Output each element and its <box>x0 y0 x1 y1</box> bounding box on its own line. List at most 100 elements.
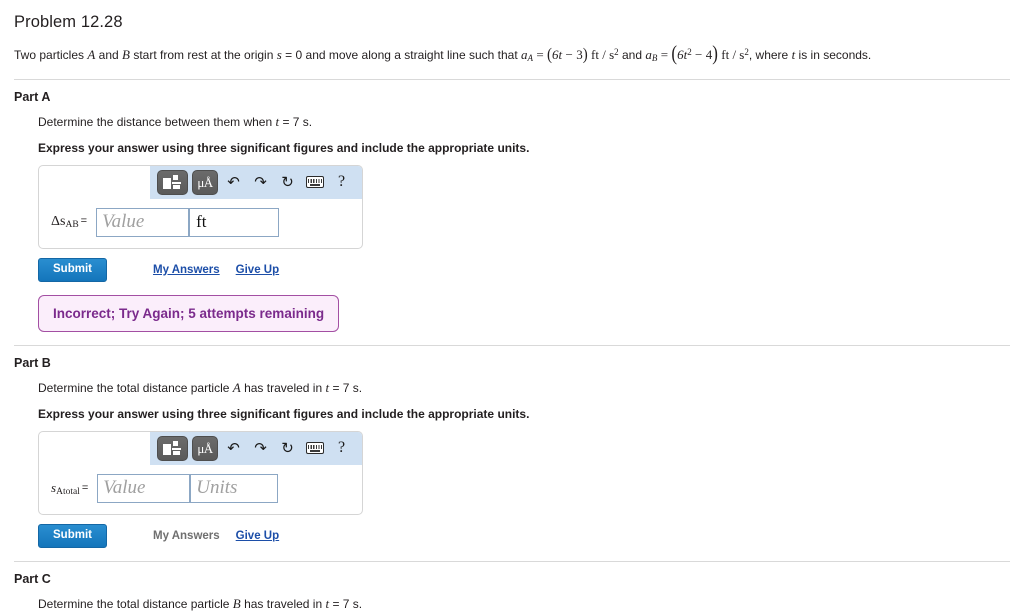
part-a-question: Determine the distance between them when… <box>38 114 1010 130</box>
part-a-toolbar-row: μÅ ↶ ↷ ↻ ? <box>39 165 362 199</box>
s-variable: s <box>276 47 282 62</box>
math-template-icon[interactable] <box>157 435 188 461</box>
accel-b-exponent: 2 <box>687 46 692 57</box>
undo-icon[interactable]: ↶ <box>222 437 245 460</box>
part-a-question-suffix: = 7 s. <box>282 114 313 129</box>
part-c-question-prefix: Determine the total distance particle <box>38 596 230 611</box>
close-paren-1: ) <box>582 45 588 65</box>
t-variable: t <box>791 47 796 62</box>
part-a-value-input[interactable]: Value <box>96 207 190 237</box>
part-a-feedback-message: Incorrect; Try Again; 5 attempts remaini… <box>38 294 340 332</box>
part-b-my-answers-link: My Answers <box>152 529 220 542</box>
part-b-label-equals: = <box>81 481 89 494</box>
statement-move: and move along a straight line such that <box>305 48 518 62</box>
part-b-field-row: sAtotal = Value Units <box>39 465 362 503</box>
part-b-answer-label: sAtotal = <box>51 480 97 497</box>
redo-icon[interactable]: ↷ <box>249 171 272 194</box>
units-ft-s-2: ft / s <box>721 47 745 62</box>
math-template-icon[interactable] <box>157 169 188 195</box>
part-a-time-variable: t <box>275 113 280 129</box>
part-b-question-mid: has traveled in <box>244 380 323 395</box>
page-title: Problem 12.28 <box>14 13 123 31</box>
part-b-give-up-link[interactable]: Give Up <box>236 530 279 542</box>
part-a-instruction: Express your answer using three signific… <box>38 140 530 155</box>
statement-tail: , where <box>748 48 789 62</box>
part-a-submit-row: Submit My Answers Give Up <box>38 257 1010 282</box>
part-a-link-group: My Answers Give Up <box>153 264 279 276</box>
statement-and-2: and <box>622 48 643 62</box>
part-b-value-input[interactable]: Value <box>97 473 191 503</box>
part-b-label: Part B <box>14 355 51 370</box>
units-glyph: μÅ <box>197 174 213 190</box>
help-icon[interactable]: ? <box>330 171 353 194</box>
redo-icon[interactable]: ↷ <box>249 437 272 460</box>
units-micro-angstrom-icon[interactable]: μÅ <box>192 435 218 461</box>
particle-b-symbol: B <box>122 47 130 62</box>
part-b-units-input[interactable]: Units <box>190 473 279 503</box>
statement-and: and <box>98 48 119 62</box>
part-b-question-prefix: Determine the total distance particle <box>38 380 230 395</box>
part-b-question: Determine the total distance particle A … <box>38 380 1010 396</box>
part-a-units-input[interactable]: ft <box>189 207 280 237</box>
units-micro-angstrom-icon[interactable]: μÅ <box>192 169 218 195</box>
part-a-label-subscript: AB <box>65 220 79 231</box>
minus-2: − <box>695 47 703 62</box>
part-b-link-group: My Answers Give Up <box>153 530 279 542</box>
part-c-question-suffix: = 7 s. <box>332 596 363 611</box>
template-glyph <box>163 174 182 190</box>
part-b-label-subscript: A <box>56 486 63 497</box>
close-paren-2: ) <box>712 41 718 66</box>
part-c-question: Determine the total distance particle B … <box>38 596 1010 612</box>
statement-tail-2: is in seconds. <box>798 48 872 62</box>
accel-b-subscript: B <box>651 52 658 63</box>
part-a-toolbar: μÅ ↶ ↷ ↻ ? <box>150 165 362 199</box>
part-c-question-mid: has traveled in <box>244 596 323 611</box>
part-c-particle: B <box>232 595 241 611</box>
part-b-instruction: Express your answer using three signific… <box>38 406 530 421</box>
part-a-my-answers-link[interactable]: My Answers <box>153 264 220 276</box>
statement-lead: Two particles <box>14 48 85 62</box>
statement-mid: start from rest at the origin <box>133 48 274 62</box>
accel-a-expression: 6t <box>552 47 563 62</box>
part-a-label-main: Δs <box>51 213 66 229</box>
divider-above-part-b <box>14 344 1010 346</box>
undo-icon[interactable]: ↶ <box>222 171 245 194</box>
template-glyph <box>163 440 182 456</box>
part-a-label: Part A <box>14 89 51 104</box>
reset-icon[interactable]: ↻ <box>276 171 299 194</box>
part-c-time-variable: t <box>325 595 330 611</box>
minus-1: − <box>565 47 573 62</box>
part-b-label-subscript-word: total <box>62 486 80 497</box>
part-a-give-up-link[interactable]: Give Up <box>236 264 279 276</box>
keyboard-icon[interactable] <box>303 171 326 194</box>
units-exponent-1: 2 <box>614 46 619 57</box>
part-b-body: Determine the total distance particle A … <box>14 380 1010 548</box>
reset-icon[interactable]: ↻ <box>276 437 299 460</box>
part-a-label-equals: = <box>80 214 88 227</box>
part-b-submit-row: Submit My Answers Give Up <box>38 523 1010 548</box>
help-icon[interactable]: ? <box>330 437 353 460</box>
divider-above-part-a <box>14 78 1010 80</box>
part-b-particle: A <box>232 379 241 395</box>
accel-a-subscript: A <box>527 52 534 63</box>
equals-2: = <box>660 47 669 62</box>
part-b-time-variable: t <box>325 379 330 395</box>
part-b-toolbar: μÅ ↶ ↷ ↻ ? <box>150 431 362 465</box>
problem-statement: Two particles A and B start from rest at… <box>14 41 1010 66</box>
part-b-submit-button[interactable]: Submit <box>38 523 107 548</box>
keyboard-icon[interactable] <box>303 437 326 460</box>
part-c-label: Part C <box>14 571 51 586</box>
particle-a-symbol: A <box>87 47 96 62</box>
open-paren-2: ( <box>671 41 678 66</box>
open-paren-1: ( <box>547 45 553 65</box>
part-b-question-suffix: = 7 s. <box>332 380 363 395</box>
part-a-submit-button[interactable]: Submit <box>38 257 107 282</box>
part-a-field-row: ΔsAB = Value ft <box>39 199 362 237</box>
part-a-answer-box: μÅ ↶ ↷ ↻ ? ΔsAB = Value ft <box>38 164 363 249</box>
part-a-question-prefix: Determine the distance between them when <box>38 114 273 129</box>
divider-above-part-c <box>14 560 1010 562</box>
equals-1: = <box>536 47 544 62</box>
problem-page: Problem 12.28 Two particles A and B star… <box>0 13 1024 612</box>
accel-b-expression: 6t <box>677 47 688 62</box>
s-value: = 0 <box>285 48 303 62</box>
